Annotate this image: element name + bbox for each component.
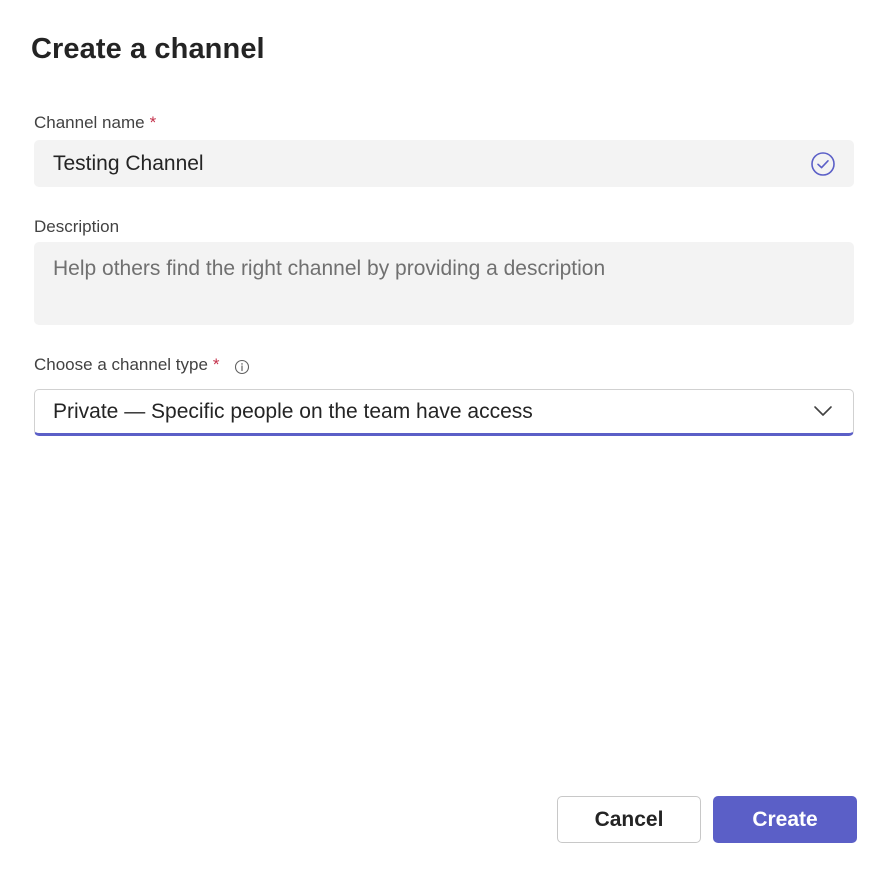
channel-type-label-text: Choose a channel type: [34, 355, 208, 374]
channel-type-dropdown[interactable]: Private — Specific people on the team ha…: [34, 389, 854, 436]
channel-name-value: Testing Channel: [53, 151, 204, 175]
channel-name-label-text: Channel name: [34, 113, 145, 132]
channel-name-input[interactable]: Testing Channel: [34, 140, 854, 187]
checkmark-circle-icon: [811, 152, 835, 176]
create-channel-dialog: Create a channel Channel name * Testing …: [0, 0, 891, 886]
info-icon[interactable]: [234, 359, 250, 375]
description-placeholder: Help others find the right channel by pr…: [53, 257, 606, 280]
description-label: Description: [34, 217, 119, 237]
chevron-down-icon: [814, 406, 832, 416]
channel-type-label: Choose a channel type *: [34, 355, 250, 375]
required-asterisk: *: [149, 113, 157, 132]
description-label-text: Description: [34, 217, 120, 236]
required-asterisk: *: [212, 355, 220, 374]
create-button[interactable]: Create: [713, 796, 857, 843]
cancel-button[interactable]: Cancel: [557, 796, 701, 843]
description-input[interactable]: Help others find the right channel by pr…: [34, 242, 854, 325]
channel-type-selected: Private — Specific people on the team ha…: [53, 399, 533, 423]
channel-name-label: Channel name *: [34, 113, 156, 133]
dialog-title: Create a channel: [31, 33, 265, 65]
